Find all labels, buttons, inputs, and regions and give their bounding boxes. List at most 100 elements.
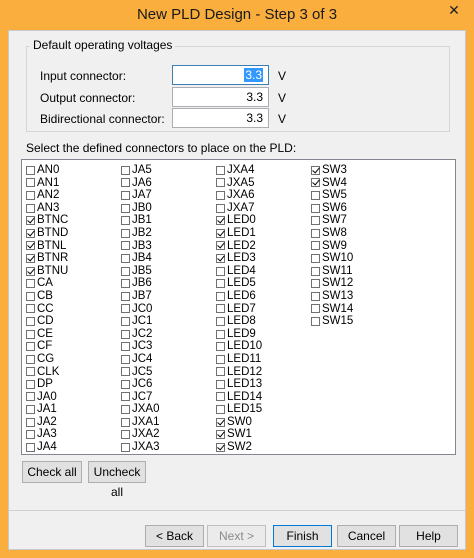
connector-item[interactable]: JA6 — [121, 177, 160, 190]
connector-item[interactable]: JXA5 — [216, 177, 262, 190]
connector-item[interactable]: JC1 — [121, 315, 160, 328]
checkbox-unchecked[interactable] — [121, 329, 130, 339]
checkbox-unchecked[interactable] — [26, 178, 35, 188]
checkbox-unchecked[interactable] — [311, 266, 320, 276]
checkbox-unchecked[interactable] — [121, 228, 130, 238]
connector-item[interactable]: JC2 — [121, 328, 160, 341]
connector-item[interactable]: LED2 — [216, 240, 262, 253]
connector-item[interactable]: JB0 — [121, 202, 160, 215]
connector-item[interactable]: LED5 — [216, 277, 262, 290]
connector-item[interactable]: LED8 — [216, 315, 262, 328]
connector-item[interactable]: SW7 — [311, 214, 353, 227]
checkbox-unchecked[interactable] — [121, 304, 130, 314]
checkbox-unchecked[interactable] — [26, 329, 35, 339]
checkbox-checked[interactable] — [216, 417, 225, 427]
cancel-button[interactable]: Cancel — [337, 525, 396, 547]
connector-item[interactable]: SW14 — [311, 303, 353, 316]
connector-item[interactable]: CLK — [26, 366, 68, 379]
checkbox-unchecked[interactable] — [26, 291, 35, 301]
checkbox-unchecked[interactable] — [26, 442, 35, 452]
checkbox-unchecked[interactable] — [311, 291, 320, 301]
connector-item[interactable]: LED14 — [216, 391, 262, 404]
checkbox-unchecked[interactable] — [26, 405, 35, 415]
checkbox-unchecked[interactable] — [26, 316, 35, 326]
connector-item[interactable]: BTNC — [26, 214, 68, 227]
checkbox-unchecked[interactable] — [26, 190, 35, 200]
checkbox-unchecked[interactable] — [311, 216, 320, 226]
connector-item[interactable]: AN0 — [26, 164, 68, 177]
help-button[interactable]: Help — [399, 525, 458, 547]
checkbox-unchecked[interactable] — [216, 342, 225, 352]
connector-item[interactable]: AN3 — [26, 202, 68, 215]
connector-item[interactable]: LED3 — [216, 252, 262, 265]
connector-item[interactable]: BTNL — [26, 240, 68, 253]
checkbox-unchecked[interactable] — [311, 241, 320, 251]
checkbox-unchecked[interactable] — [121, 190, 130, 200]
checkbox-checked[interactable] — [216, 228, 225, 238]
connector-item[interactable]: BTNU — [26, 265, 68, 278]
connector-item[interactable]: JC0 — [121, 303, 160, 316]
connector-item[interactable]: JB4 — [121, 252, 160, 265]
connector-item[interactable]: SW12 — [311, 277, 353, 290]
checkbox-unchecked[interactable] — [26, 342, 35, 352]
back-button[interactable]: < Back — [145, 525, 204, 547]
connector-item[interactable]: CA — [26, 277, 68, 290]
checkbox-checked[interactable] — [26, 241, 35, 251]
checkbox-unchecked[interactable] — [311, 253, 320, 263]
checkbox-unchecked[interactable] — [121, 417, 130, 427]
checkbox-unchecked[interactable] — [121, 379, 130, 389]
connector-item[interactable]: SW13 — [311, 290, 353, 303]
connector-item[interactable]: JC5 — [121, 366, 160, 379]
connector-item[interactable]: SW5 — [311, 189, 353, 202]
connector-item[interactable]: CF — [26, 340, 68, 353]
checkbox-unchecked[interactable] — [216, 266, 225, 276]
connector-item[interactable]: CB — [26, 290, 68, 303]
checkbox-unchecked[interactable] — [26, 279, 35, 289]
connector-item[interactable]: CC — [26, 303, 68, 316]
checkbox-unchecked[interactable] — [216, 190, 225, 200]
finish-button[interactable]: Finish — [273, 525, 332, 547]
checkbox-unchecked[interactable] — [121, 216, 130, 226]
close-icon[interactable]: ✕ — [440, 1, 468, 21]
connector-item[interactable]: JXA7 — [216, 202, 262, 215]
checkbox-checked[interactable] — [216, 253, 225, 263]
connector-item[interactable]: LED9 — [216, 328, 262, 341]
checkbox-unchecked[interactable] — [121, 241, 130, 251]
checkbox-checked[interactable] — [26, 216, 35, 226]
checkbox-unchecked[interactable] — [121, 279, 130, 289]
checkbox-unchecked[interactable] — [216, 379, 225, 389]
connector-item[interactable]: JC3 — [121, 340, 160, 353]
connector-item[interactable]: SW15 — [311, 315, 353, 328]
checkbox-checked[interactable] — [26, 253, 35, 263]
checkbox-unchecked[interactable] — [26, 392, 35, 402]
connector-item[interactable]: JB5 — [121, 265, 160, 278]
connector-item[interactable]: LED15 — [216, 403, 262, 416]
checkbox-unchecked[interactable] — [311, 190, 320, 200]
checkbox-unchecked[interactable] — [216, 354, 225, 364]
checkbox-unchecked[interactable] — [26, 304, 35, 314]
connector-item[interactable]: SW8 — [311, 227, 353, 240]
checkbox-unchecked[interactable] — [121, 342, 130, 352]
connector-item[interactable]: AN1 — [26, 177, 68, 190]
connector-item[interactable]: SW9 — [311, 240, 353, 253]
checkbox-checked[interactable] — [26, 228, 35, 238]
checkbox-checked[interactable] — [311, 178, 320, 188]
checkbox-unchecked[interactable] — [121, 430, 130, 440]
checkbox-unchecked[interactable] — [311, 279, 320, 289]
checkbox-unchecked[interactable] — [26, 203, 35, 213]
connector-item[interactable]: LED12 — [216, 366, 262, 379]
connector-item[interactable]: JB7 — [121, 290, 160, 303]
checkbox-unchecked[interactable] — [121, 291, 130, 301]
connector-item[interactable]: JA5 — [121, 164, 160, 177]
checkbox-unchecked[interactable] — [121, 354, 130, 364]
checkbox-unchecked[interactable] — [26, 165, 35, 175]
checkbox-unchecked[interactable] — [216, 178, 225, 188]
connector-item[interactable]: JXA1 — [121, 416, 160, 429]
connector-item[interactable]: BTNR — [26, 252, 68, 265]
checkbox-checked[interactable] — [216, 216, 225, 226]
connector-item[interactable]: LED1 — [216, 227, 262, 240]
connector-item[interactable]: JA7 — [121, 189, 160, 202]
connector-item[interactable]: LED0 — [216, 214, 262, 227]
checkbox-unchecked[interactable] — [216, 405, 225, 415]
connector-item[interactable]: SW6 — [311, 202, 353, 215]
